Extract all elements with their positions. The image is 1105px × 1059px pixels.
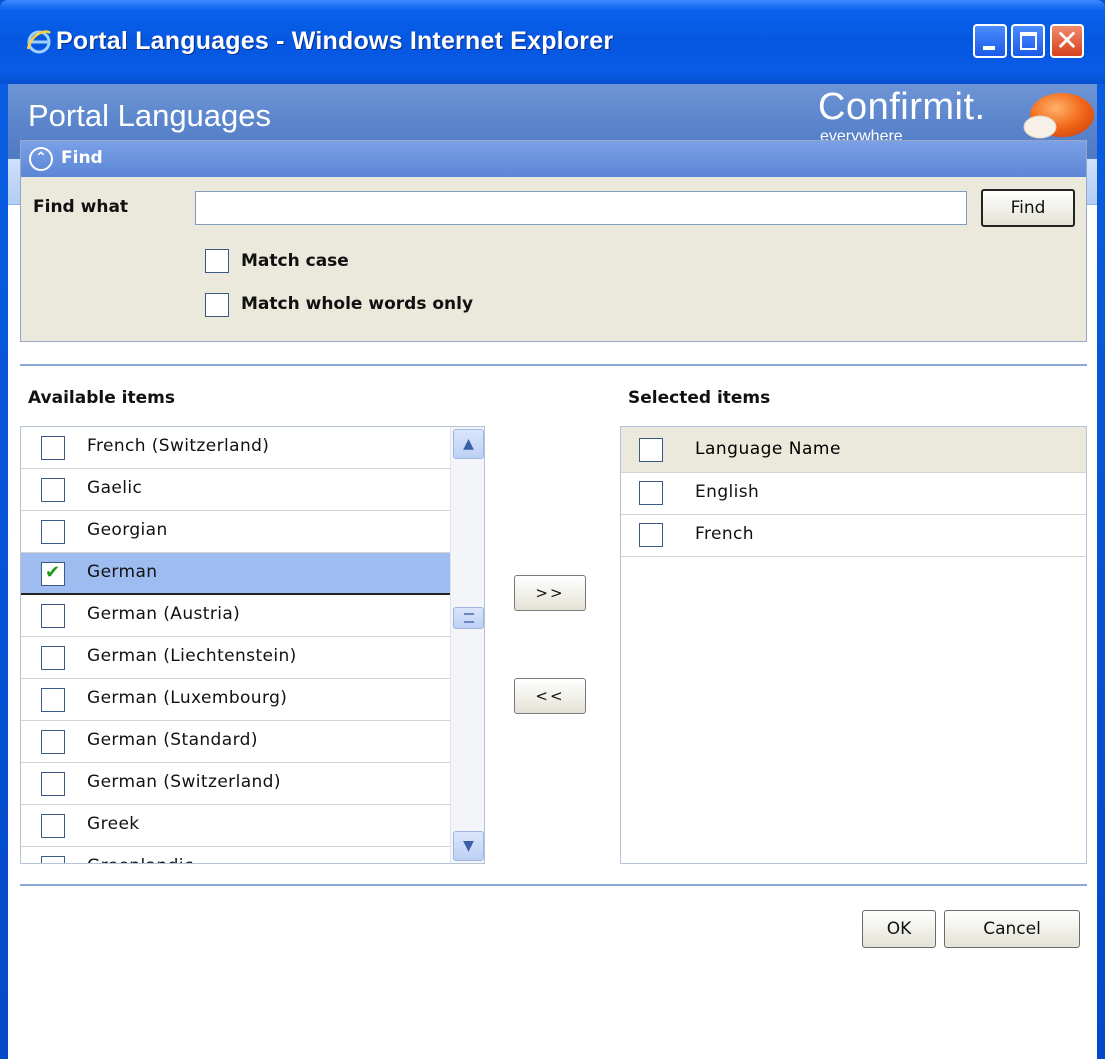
list-item[interactable]: German (Luxembourg) [21, 679, 450, 721]
item-checkbox[interactable] [41, 436, 65, 460]
item-checkbox[interactable] [41, 562, 65, 586]
list-item[interactable]: Greek [21, 805, 450, 847]
item-checkbox[interactable] [639, 523, 663, 547]
item-checkbox[interactable] [41, 646, 65, 670]
item-label: Greek [87, 814, 140, 834]
item-checkbox[interactable] [41, 814, 65, 838]
find-panel: ⌃ Find Find what Find Match case Match w… [20, 140, 1087, 342]
available-items-rows: French (Switzerland) Gaelic Georgian German… [21, 427, 450, 863]
item-label: Greenlandic [87, 856, 194, 863]
maximize-icon [1020, 32, 1037, 50]
chevron-up-icon: ▲ [463, 436, 474, 452]
table-header: Language Name [621, 427, 1086, 473]
item-label: English [695, 482, 760, 502]
scroll-up-button[interactable]: ▲ [453, 429, 484, 459]
item-label: Gaelic [87, 478, 143, 498]
add-selected-button[interactable]: >> [514, 575, 586, 611]
window-titlebar[interactable]: Portal Languages - Windows Internet Expl… [0, 0, 1105, 84]
match-whole-words-checkbox[interactable] [205, 293, 229, 317]
list-item[interactable]: French [621, 515, 1086, 557]
cancel-button[interactable]: Cancel [944, 910, 1080, 948]
item-label: German (Austria) [87, 604, 241, 624]
selected-items-table: Language Name English French [620, 426, 1087, 864]
item-label: German [87, 562, 158, 582]
maximize-button[interactable] [1011, 24, 1045, 58]
item-label: German (Standard) [87, 730, 258, 750]
chevron-down-icon: ▼ [463, 838, 474, 854]
item-checkbox[interactable] [41, 772, 65, 796]
list-item[interactable]: Georgian [21, 511, 450, 553]
item-label: French [695, 524, 754, 544]
internet-explorer-icon [26, 30, 51, 54]
item-label: French (Switzerland) [87, 436, 270, 456]
scroll-thumb[interactable] [453, 607, 484, 629]
available-list-scrollbar[interactable]: ▲ ▼ [450, 427, 484, 863]
list-item[interactable]: Greenlandic [21, 847, 450, 863]
find-panel-title: Find [61, 148, 103, 168]
list-item[interactable]: German (Switzerland) [21, 763, 450, 805]
brand-name: Confirmit. [818, 86, 986, 128]
collapse-chevron-icon[interactable]: ⌃ [29, 147, 53, 171]
list-item[interactable]: Gaelic [21, 469, 450, 511]
find-panel-header[interactable]: ⌃ Find [21, 141, 1086, 177]
divider [20, 364, 1087, 366]
close-icon: ✕ [1055, 24, 1079, 57]
item-checkbox[interactable] [41, 856, 65, 863]
list-item[interactable]: French (Switzerland) [21, 427, 450, 469]
find-what-input[interactable] [195, 191, 967, 225]
item-checkbox[interactable] [41, 604, 65, 628]
browser-window: Portal Languages - Windows Internet Expl… [0, 0, 1105, 1059]
ok-button[interactable]: OK [862, 910, 936, 948]
grip-icon [464, 613, 474, 623]
item-checkbox[interactable] [41, 688, 65, 712]
item-checkbox[interactable] [41, 478, 65, 502]
list-item[interactable]: German (Austria) [21, 595, 450, 637]
item-checkbox[interactable] [639, 481, 663, 505]
close-window-button[interactable]: ✕ [1050, 24, 1084, 58]
item-label: German (Switzerland) [87, 772, 281, 792]
item-label: German (Liechtenstein) [87, 646, 297, 666]
scroll-down-button[interactable]: ▼ [453, 831, 484, 861]
selected-items-label: Selected items [628, 388, 771, 408]
divider [20, 884, 1087, 886]
list-item[interactable]: German (Standard) [21, 721, 450, 763]
list-item[interactable]: German [21, 553, 450, 595]
item-checkbox[interactable] [41, 730, 65, 754]
list-item[interactable]: English [621, 473, 1086, 515]
select-all-checkbox[interactable] [639, 438, 663, 462]
column-header-language-name: Language Name [695, 439, 841, 459]
list-item[interactable]: German (Liechtenstein) [21, 637, 450, 679]
find-button[interactable]: Find [981, 189, 1075, 227]
item-checkbox[interactable] [41, 520, 65, 544]
available-items-label: Available items [28, 388, 175, 408]
minimize-button[interactable] [973, 24, 1007, 58]
match-whole-words-label: Match whole words only [241, 294, 474, 314]
find-what-label: Find what [33, 197, 129, 217]
available-items-list: French (Switzerland) Gaelic Georgian German… [20, 426, 485, 864]
page-title: Portal Languages [28, 98, 272, 133]
remove-selected-button[interactable]: << [514, 678, 586, 714]
selected-items-rows: English French [621, 473, 1086, 557]
item-label: German (Luxembourg) [87, 688, 288, 708]
window-title: Portal Languages - Windows Internet Expl… [56, 27, 614, 55]
match-case-label: Match case [241, 251, 349, 271]
minimize-icon [983, 46, 995, 50]
match-case-checkbox[interactable] [205, 249, 229, 273]
item-label: Georgian [87, 520, 168, 540]
